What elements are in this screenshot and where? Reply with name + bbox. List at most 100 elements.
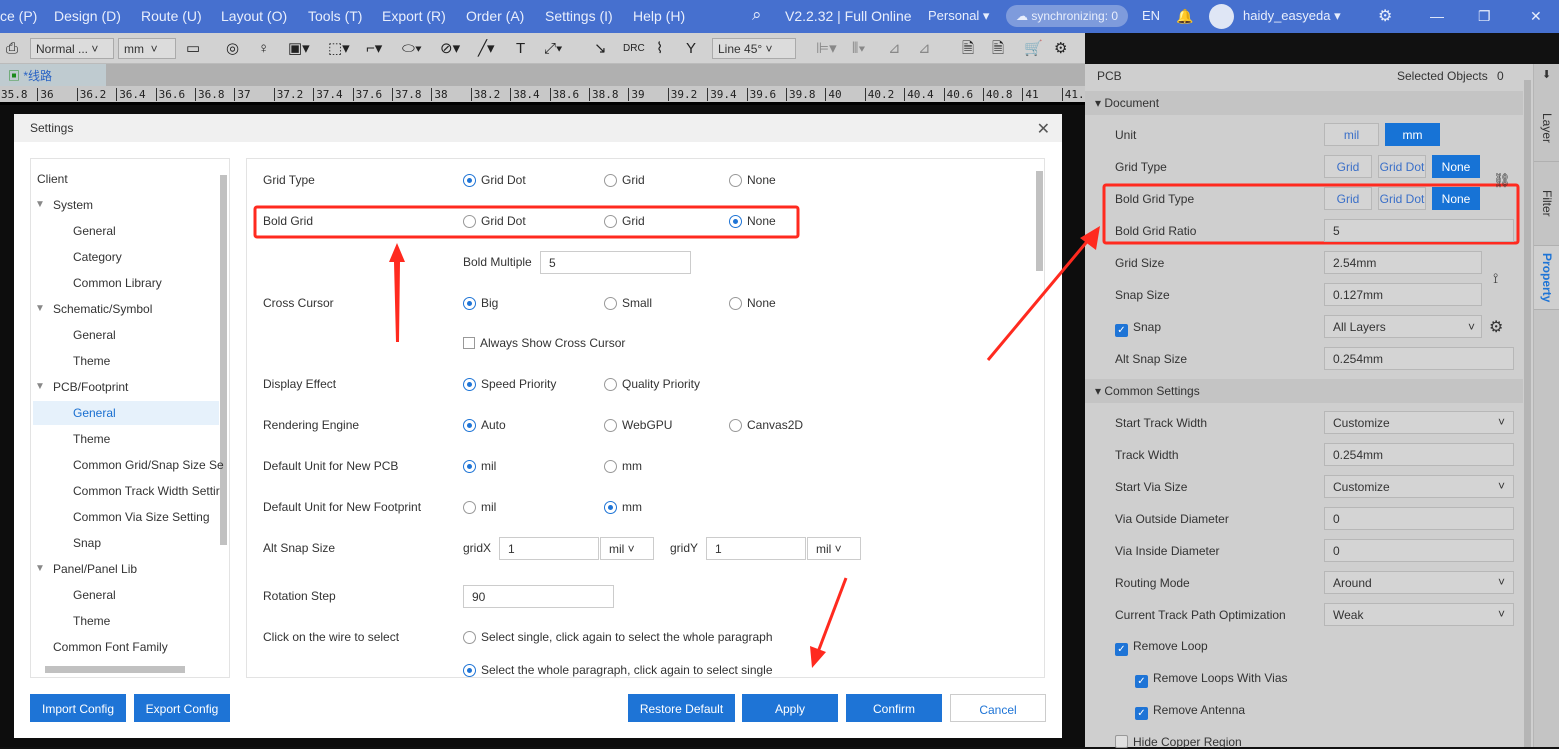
tree-item[interactable]: General [73, 323, 223, 347]
distribute-icon[interactable]: ⫴▾ [852, 41, 866, 56]
radio-option[interactable]: Auto [463, 418, 506, 432]
radio-button[interactable] [604, 174, 617, 187]
radio-button[interactable] [604, 419, 617, 432]
radio-option[interactable]: mm [604, 500, 642, 514]
radio-option[interactable]: Quality Priority [604, 377, 700, 391]
menu-item[interactable]: Help (H) [633, 8, 685, 24]
menu-item[interactable]: Export (R) [382, 8, 446, 24]
restore-default-button[interactable]: Restore Default [628, 694, 735, 722]
snap-checkbox[interactable]: ✓ Snap [1115, 320, 1161, 337]
radio-button[interactable] [604, 460, 617, 473]
radio-option[interactable]: Grid [604, 214, 645, 228]
export-config-button[interactable]: Export Config [134, 694, 230, 722]
radio-option[interactable]: Big [463, 296, 498, 310]
link-icon[interactable]: ⛓ [1493, 172, 1511, 189]
gridy-unit-select[interactable]: mil ˅ [807, 537, 861, 560]
tree-item[interactable]: Category [73, 245, 223, 269]
setting-value-select[interactable]: Weak ˅ [1324, 603, 1514, 626]
menu-item[interactable]: Design (D) [54, 8, 121, 24]
gridx-input[interactable]: 1 [499, 537, 599, 560]
order-icon[interactable]: 🛒 [1024, 41, 1043, 56]
radio-button[interactable] [463, 460, 476, 473]
expand-icon[interactable]: ▼ [35, 563, 45, 574]
language-button[interactable]: EN [1142, 8, 1160, 23]
ellipse-icon[interactable]: ⬭▾ [402, 41, 422, 56]
radio-button[interactable] [604, 215, 617, 228]
line-icon[interactable]: ╱▾ [478, 41, 495, 56]
flip-v-icon[interactable]: ⊿ [918, 41, 931, 56]
setting-value-select[interactable]: Customize ˅ [1324, 475, 1514, 498]
grid-size-input[interactable]: 2.54mm [1324, 251, 1482, 274]
radio-button[interactable] [729, 215, 742, 228]
bold-grid-ratio-input[interactable]: 5 [1324, 219, 1514, 242]
confirm-button[interactable]: Confirm [846, 694, 942, 722]
tree-item[interactable]: Theme [73, 609, 223, 633]
tree-item[interactable]: General [33, 401, 219, 425]
bold-grid-type-button[interactable]: None [1432, 187, 1480, 210]
checkbox-checked[interactable]: ✓ [1115, 643, 1128, 656]
dimension-icon[interactable]: ⤢▾ [544, 41, 562, 56]
region-icon[interactable]: ⬚▾ [328, 41, 350, 56]
checkbox-checked[interactable]: ✓ [1135, 675, 1148, 688]
settings-icon[interactable]: ⚙ [1054, 41, 1067, 56]
bell-icon[interactable]: 🔔 [1176, 8, 1193, 25]
tree-item[interactable]: Theme [73, 427, 223, 451]
checkbox-option[interactable]: Always Show Cross Cursor [463, 336, 625, 350]
tree-item[interactable]: ▼ Panel/Panel Lib [35, 557, 203, 581]
avatar[interactable] [1209, 4, 1234, 29]
tree-h-scrollbar[interactable] [45, 666, 185, 673]
checkbox[interactable] [463, 337, 475, 349]
radio-option[interactable]: Speed Priority [463, 377, 556, 391]
radio-button[interactable] [604, 501, 617, 514]
radio-button[interactable] [463, 378, 476, 391]
tree-item[interactable]: Common Font Family [53, 635, 203, 659]
cancel-button[interactable]: Cancel [950, 694, 1046, 722]
close-icon[interactable]: ✕ [1037, 119, 1050, 139]
checkbox-option[interactable]: ✓ Remove Loop [1115, 639, 1208, 656]
setting-value-select[interactable]: Customize ˅ [1324, 411, 1514, 434]
expand-icon[interactable]: ▼ [35, 381, 45, 392]
tree-item[interactable]: General [73, 219, 223, 243]
radio-button[interactable] [463, 419, 476, 432]
search-icon[interactable]: ⌕ [752, 5, 762, 25]
branch-icon[interactable]: Y [686, 41, 696, 56]
radio-button[interactable] [463, 174, 476, 187]
document-section-header[interactable]: ▾ Document [1085, 91, 1523, 115]
radio-option[interactable]: Grid Dot [463, 173, 526, 187]
radio-option[interactable]: mm [604, 459, 642, 473]
align-icon[interactable]: ⊫▾ [816, 41, 837, 56]
setting-value-input[interactable]: 0 [1324, 539, 1514, 562]
drc-icon[interactable]: DRC [623, 41, 645, 56]
menu-item[interactable]: Settings (I) [545, 8, 613, 24]
checkbox-option[interactable]: ✓ Remove Loops With Vias [1135, 671, 1288, 688]
rect-icon[interactable]: ▣▾ [288, 41, 310, 56]
setting-value-select[interactable]: Around ˅ [1324, 571, 1514, 594]
gridx-unit-select[interactable]: mil ˅ [600, 537, 654, 560]
tab-layer[interactable]: Layer [1534, 96, 1559, 162]
route-icon[interactable]: ↘ [594, 41, 607, 56]
radio-button[interactable] [604, 378, 617, 391]
menu-item[interactable]: Layout (O) [221, 8, 287, 24]
apply-button[interactable]: Apply [742, 694, 838, 722]
menu-item[interactable]: Order (A) [466, 8, 524, 24]
common-settings-section-header[interactable]: ▾ Common Settings [1085, 379, 1523, 403]
snap-size-input[interactable]: 0.127mm [1324, 283, 1482, 306]
plan-dropdown[interactable]: Personal ▾ [928, 8, 989, 24]
radio-button[interactable] [729, 419, 742, 432]
tree-item[interactable]: ▼ Schematic/Symbol [35, 297, 203, 321]
pin-icon[interactable]: ⬇ [1542, 68, 1551, 81]
flip-h-icon[interactable]: ⊿ [888, 41, 901, 56]
bom-icon[interactable]: 🗎 [992, 41, 1004, 56]
via-icon[interactable]: ◎ [226, 41, 239, 56]
radio-option[interactable]: WebGPU [604, 418, 672, 432]
grid-type-button[interactable]: Grid [1324, 155, 1372, 178]
setting-value-input[interactable]: 0 [1324, 507, 1514, 530]
grid-type-button[interactable]: None [1432, 155, 1480, 178]
link-toggle-icon[interactable]: ⟟ [1493, 270, 1498, 287]
radio-option[interactable]: Select the whole paragraph, click again … [463, 663, 773, 677]
radio-button[interactable] [463, 297, 476, 310]
radio-option[interactable]: Grid [604, 173, 645, 187]
polygon-icon[interactable]: ⌐▾ [366, 41, 382, 56]
tree-item[interactable]: Common Grid/Snap Size Se [73, 453, 224, 477]
radio-button[interactable] [729, 297, 742, 310]
